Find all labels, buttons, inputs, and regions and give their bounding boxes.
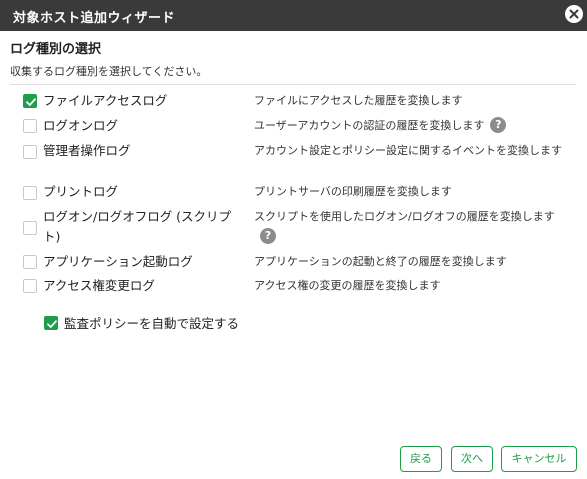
log-type-row: プリントログ プリントサーバの印刷履歴を変換します <box>0 182 587 202</box>
help-icon[interactable]: ? <box>490 117 507 133</box>
log-type-description: ファイルにアクセスした履歴を変換します <box>254 94 463 107</box>
log-type-row: ファイルアクセスログ ファイルにアクセスした履歴を変換します <box>0 91 587 111</box>
section-heading: ログ種別の選択 <box>10 42 102 57</box>
log-type-checkbox[interactable] <box>23 279 37 293</box>
log-type-description: アカウント設定とポリシー設定に関するイベントを変換します <box>254 144 562 157</box>
cancel-button[interactable]: キャンセル <box>501 446 577 472</box>
log-type-name: ログオンログ <box>43 118 119 133</box>
log-type-name: アクセス権変更ログ <box>43 278 155 293</box>
auto-policy-label: 監査ポリシーを自動で設定する <box>64 316 240 331</box>
close-button[interactable] <box>565 5 583 23</box>
auto-policy-checkbox[interactable] <box>44 316 58 330</box>
close-icon <box>569 9 579 19</box>
log-type-description: アプリケーションの起動と終了の履歴を変換します <box>254 255 507 268</box>
checkmark-icon <box>47 320 57 328</box>
next-button[interactable]: 次へ <box>451 446 493 472</box>
back-button[interactable]: 戻る <box>400 446 442 472</box>
checkmark-icon <box>26 98 36 106</box>
window-title: 対象ホスト追加ウィザード <box>13 11 176 26</box>
help-icon[interactable]: ? <box>260 228 276 244</box>
log-type-description: プリントサーバの印刷履歴を変換します <box>254 185 452 198</box>
log-type-name: 管理者操作ログ <box>43 143 131 158</box>
log-type-name: ファイルアクセスログ <box>43 93 168 108</box>
log-type-checkbox[interactable] <box>23 119 37 133</box>
log-type-description: スクリプトを使用したログオン/ログオフの履歴を変換します? <box>254 210 555 244</box>
log-type-checkbox[interactable] <box>23 221 37 235</box>
divider <box>10 84 576 85</box>
log-type-checkbox[interactable] <box>23 186 37 200</box>
log-type-row: アプリケーション起動ログ アプリケーションの起動と終了の履歴を変換します <box>0 252 587 272</box>
log-type-row: ログオンログ ユーザーアカウントの認証の履歴を変換します? <box>0 116 587 136</box>
log-type-name: アプリケーション起動ログ <box>43 254 193 269</box>
title-bar: 対象ホスト追加ウィザード <box>0 0 587 31</box>
log-type-name: プリントログ <box>43 184 119 199</box>
log-type-description: ユーザーアカウントの認証の履歴を変換します? <box>254 116 564 136</box>
log-type-row: アクセス権変更ログ アクセス権の変更の履歴を変換します <box>0 276 587 296</box>
auto-policy-option: 監査ポリシーを自動で設定する <box>0 312 587 334</box>
log-type-checkbox[interactable] <box>23 94 37 108</box>
log-type-name: ログオン/ログオフログ (スクリプト) <box>43 209 232 244</box>
log-type-checkbox[interactable] <box>23 145 37 159</box>
log-type-checkbox[interactable] <box>23 255 37 269</box>
section-description: 収集するログ種別を選択してください。 <box>10 65 208 78</box>
log-type-row: 管理者操作ログ アカウント設定とポリシー設定に関するイベントを変換します <box>0 141 587 181</box>
log-type-description: アクセス権の変更の履歴を変換します <box>254 279 441 292</box>
log-type-row: ログオン/ログオフログ (スクリプト) スクリプトを使用したログオン/ログオフの… <box>0 207 587 249</box>
